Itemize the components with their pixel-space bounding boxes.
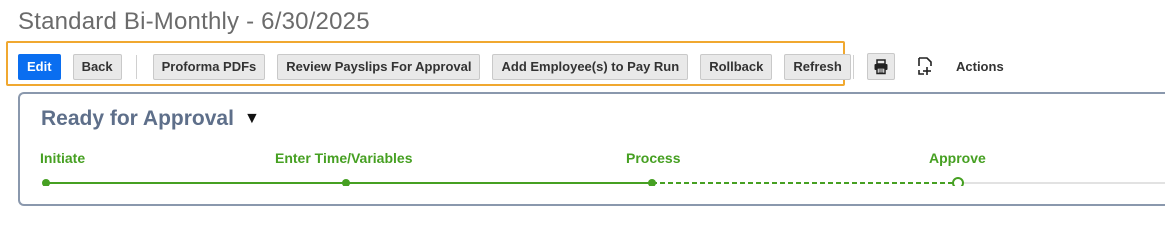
status-title-text: Ready for Approval	[41, 107, 234, 130]
toolbar-separator	[135, 54, 137, 79]
toolbar: Edit Back Proforma PDFs Review Payslips …	[18, 53, 863, 80]
status-title[interactable]: Ready for Approval ▼	[41, 107, 260, 131]
toolbar-separator-2	[853, 55, 854, 79]
print-button[interactable]	[867, 53, 895, 80]
actions-menu[interactable]: Actions	[916, 56, 1004, 76]
review-payslips-button[interactable]: Review Payslips For Approval	[277, 53, 481, 80]
printer-icon	[874, 58, 888, 74]
add-document-icon	[918, 57, 932, 75]
proforma-pdfs-button[interactable]: Proforma PDFs	[152, 53, 266, 80]
step-dot-enter-time	[342, 179, 350, 186]
caret-down-icon: ▼	[243, 110, 260, 127]
rollback-button[interactable]: Rollback	[700, 53, 773, 80]
step-dot-initiate	[42, 179, 50, 186]
actions-label: Actions	[956, 58, 1004, 74]
page-title: Standard Bi-Monthly - 6/30/2025	[18, 8, 370, 35]
edit-button[interactable]: Edit	[18, 53, 61, 80]
back-button[interactable]: Back	[72, 53, 122, 80]
step-dot-process	[648, 179, 656, 186]
refresh-button[interactable]: Refresh	[784, 53, 851, 80]
add-employees-button[interactable]: Add Employee(s) to Pay Run	[492, 53, 689, 80]
progress-track	[42, 177, 1165, 186]
step-dot-approve	[952, 177, 964, 186]
status-card: Ready for Approval ▼ Initiate Enter Time…	[18, 92, 1165, 206]
